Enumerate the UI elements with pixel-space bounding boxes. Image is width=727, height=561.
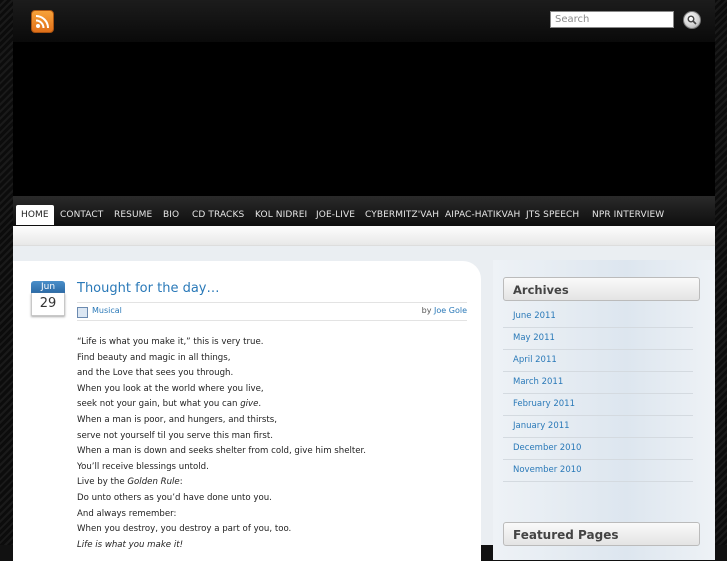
search-button[interactable] <box>683 11 701 29</box>
site-wrapper: HOME CONTACT RESUME BIO CD TRACKS KOL NI… <box>13 0 715 561</box>
post-line-emphasis: Golden Rule <box>127 477 180 488</box>
post-line: You’ll receive blessings untold. <box>77 461 209 472</box>
post-line: When you look at the world where you liv… <box>77 383 264 394</box>
post-line: When a man is down and seeks shelter fro… <box>77 446 367 457</box>
archive-link-march-2011[interactable]: March 2011 <box>503 372 693 394</box>
search-input[interactable] <box>550 11 674 28</box>
nav-item-contact[interactable]: CONTACT <box>55 205 108 225</box>
nav-item-kol-nidrei[interactable]: KOL NIDREI <box>250 205 312 225</box>
post-line-emphasis: give <box>240 399 259 410</box>
post-date-day: 29 <box>31 293 65 316</box>
nav-item-cd-tracks[interactable]: CD TRACKS <box>187 205 249 225</box>
nav-item-jts-speech[interactable]: JTS SPEECH <box>521 205 584 225</box>
archive-link-may-2011[interactable]: May 2011 <box>503 328 693 350</box>
archive-link-april-2011[interactable]: April 2011 <box>503 350 693 372</box>
post-line: And always remember: <box>77 508 177 519</box>
main-column: Jun 29 Thought for the day… Musical by J… <box>13 261 481 561</box>
top-bar <box>13 0 715 42</box>
post-author-line: by Joe Gole <box>422 306 467 315</box>
post-line-text: Live by the <box>77 477 128 488</box>
nav-item-npr-interview[interactable]: NPR INTERVIEW <box>587 205 669 225</box>
post-line: “Life is what you make it,” this is very… <box>77 337 264 347</box>
post-meta: Musical by Joe Gole <box>77 302 467 321</box>
content-area: Jun 29 Thought for the day… Musical by J… <box>13 246 715 561</box>
post-author-link[interactable]: Joe Gole <box>434 306 467 315</box>
nav-item-aipac-hatikvah[interactable]: AIPAC-HATIKVAH <box>440 205 525 225</box>
sidebar: Archives June 2011 May 2011 April 2011 M… <box>493 260 715 560</box>
post-line: and the Love that sees you through. <box>77 368 234 379</box>
post-body: “Life is what you make it,” this is very… <box>77 335 366 553</box>
post-line: Life is what you make it! <box>77 538 366 554</box>
post-line: When a man is poor, and hungers, and thi… <box>77 414 277 425</box>
post-line-punct: . <box>258 399 262 410</box>
post-date-month: Jun <box>31 281 65 293</box>
post-category-link[interactable]: Musical <box>92 306 122 315</box>
nav-item-home[interactable]: HOME <box>16 205 54 225</box>
archive-link-june-2011[interactable]: June 2011 <box>503 306 693 328</box>
nav-item-resume[interactable]: RESUME <box>109 205 157 225</box>
header-banner <box>13 42 715 196</box>
archives-widget-title: Archives <box>503 277 700 301</box>
post-title[interactable]: Thought for the day… <box>77 281 219 296</box>
archive-link-november-2010[interactable]: November 2010 <box>503 460 693 482</box>
post-line: seek not your gain, but what you can giv… <box>77 397 366 413</box>
sub-navigation-bar <box>13 226 715 246</box>
nav-item-bio[interactable]: BIO <box>158 205 184 225</box>
magnifier-icon <box>687 15 697 25</box>
post-author-prefix: by <box>421 306 432 315</box>
archive-link-january-2011[interactable]: January 2011 <box>503 416 693 438</box>
post-line: Do unto others as you’d have done unto y… <box>77 492 272 503</box>
archives-list: June 2011 May 2011 April 2011 March 2011… <box>503 306 693 482</box>
main-navigation: HOME CONTACT RESUME BIO CD TRACKS KOL NI… <box>13 196 715 226</box>
category-folder-icon <box>77 307 88 318</box>
post-line-text: seek not your gain, but what you can <box>77 399 241 410</box>
archive-link-february-2011[interactable]: February 2011 <box>503 394 693 416</box>
nav-item-joe-live[interactable]: JOE-LIVE <box>311 205 360 225</box>
post-line: When you destroy, you destroy a part of … <box>77 524 292 535</box>
archive-link-december-2010[interactable]: December 2010 <box>503 438 693 460</box>
featured-pages-widget-title: Featured Pages <box>503 522 700 546</box>
nav-item-cybermitzvah[interactable]: CYBERMITZ'VAH <box>360 205 444 225</box>
post-line: Live by the Golden Rule: <box>77 475 366 491</box>
post-line-punct: : <box>179 477 183 488</box>
post-line: Find beauty and magic in all things, <box>77 352 231 363</box>
rss-feed-icon[interactable] <box>31 10 54 33</box>
post-line: serve not yourself til you serve this ma… <box>77 430 273 441</box>
post-date-badge: Jun 29 <box>31 281 65 317</box>
